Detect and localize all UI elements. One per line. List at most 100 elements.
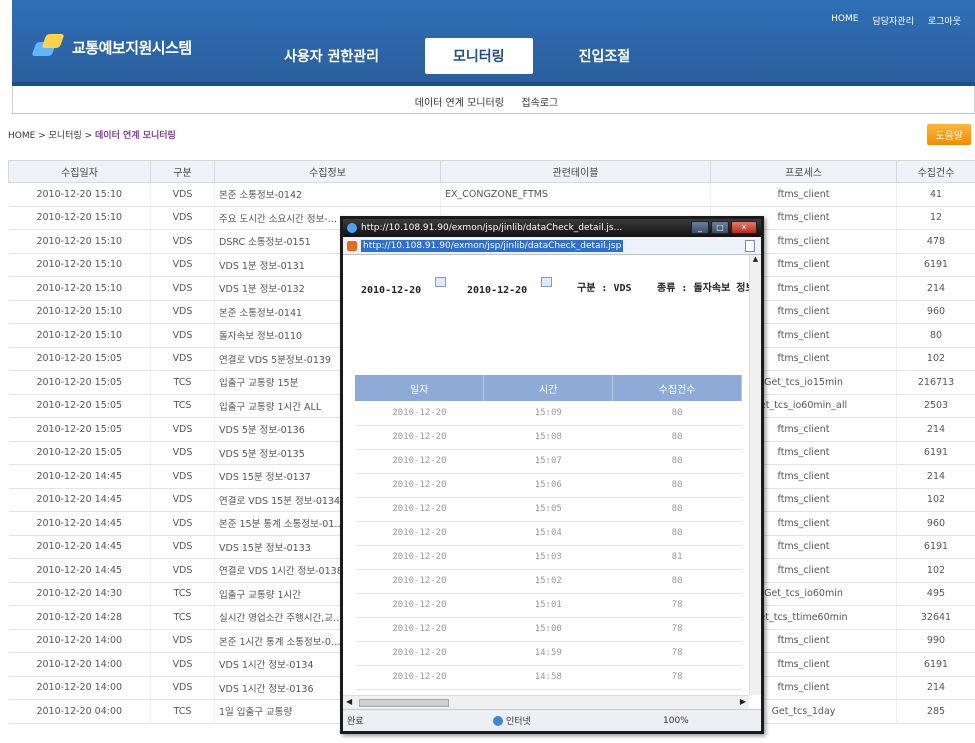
table-cell: 214 — [896, 276, 975, 301]
popup-table-cell: 2010-12-20 — [355, 449, 484, 474]
table-cell: VDS — [150, 206, 215, 230]
column-header[interactable]: 구분 — [150, 160, 215, 183]
popup-table-row: 2010-12-20 15:09 80 — [355, 401, 742, 426]
table-cell: 2010-12-20 15:10 — [8, 276, 151, 301]
popup-table-cell: 14:59 — [483, 641, 613, 666]
table-cell: 2010-12-20 04:00 — [8, 699, 151, 724]
app-header: 교통예보지원시스템 사용자 권한관리 모니터링 진입조절 HOME 담당자관리 … — [12, 0, 975, 86]
table-cell: VDS — [150, 676, 215, 700]
popup-table-cell: 15:01 — [483, 593, 613, 618]
table-cell: 2503 — [896, 394, 975, 418]
table-cell: 2010-12-20 15:05 — [8, 417, 151, 442]
popup-table-cell: 2010-12-20 — [355, 617, 484, 642]
logo-icon — [31, 34, 66, 60]
logout-link[interactable]: 로그아웃 — [928, 14, 961, 27]
popup-table-cell: 80 — [612, 569, 742, 594]
scroll-thumb[interactable] — [359, 699, 449, 707]
popup-table-cell: 78 — [612, 641, 742, 666]
subnav-data-link-monitoring[interactable]: 데이터 연계 모니터링 — [415, 94, 504, 109]
breadcrumb-home[interactable]: HOME — [8, 131, 35, 141]
nav-tab-user-auth[interactable]: 사용자 권한관리 — [262, 38, 401, 74]
help-button[interactable]: 도움말 — [927, 124, 971, 145]
close-button[interactable]: ✕ — [731, 221, 757, 234]
column-header[interactable]: 프로세스 — [710, 160, 897, 183]
table-cell: VDS — [150, 323, 215, 348]
popup-table-cell: 15:08 — [483, 425, 613, 450]
maximize-button[interactable]: □ — [711, 221, 729, 234]
table-cell: 214 — [896, 676, 975, 700]
popup-table-cell: 15:05 — [483, 497, 613, 522]
table-cell: 12 — [896, 206, 975, 230]
security-zone: 인터넷 — [493, 714, 603, 727]
nav-tab-monitoring[interactable]: 모니터링 — [425, 38, 533, 74]
app-logo[interactable]: 교통예보지원시스템 — [31, 34, 192, 60]
popup-table-row: 2010-12-20 15:04 80 — [355, 521, 742, 546]
status-done: 완료 — [347, 717, 364, 727]
table-cell: 2010-12-20 15:10 — [8, 323, 151, 348]
table-cell: 960 — [896, 300, 975, 324]
popup-table-cell: 15:00 — [483, 617, 613, 642]
popup-address-bar: http://10.108.91.90/exmon/jsp/jinlib/dat… — [343, 237, 761, 255]
popup-table-cell: 78 — [612, 617, 742, 642]
horizontal-scrollbar[interactable]: ◀ ▶ — [343, 695, 749, 709]
popup-title-bar[interactable]: http://10.108.91.90/exmon/jsp/jinlib/dat… — [343, 219, 761, 237]
popup-table-cell: 2010-12-20 — [355, 425, 484, 450]
table-cell: VDS — [150, 652, 215, 677]
home-link[interactable]: HOME — [831, 14, 858, 27]
date-to: 2010-12-20 — [467, 285, 528, 296]
table-cell: 2010-12-20 15:10 — [8, 253, 151, 277]
table-cell: 2010-12-20 15:05 — [8, 347, 151, 371]
table-cell: 2010-12-20 15:10 — [8, 206, 151, 230]
calendar-icon[interactable] — [435, 277, 446, 287]
column-header[interactable]: 수집정보 — [214, 160, 441, 183]
column-header[interactable]: 수집건수 — [896, 160, 975, 183]
calendar-icon[interactable] — [541, 277, 552, 287]
detail-popup-window[interactable]: http://10.108.91.90/exmon/jsp/jinlib/dat… — [340, 216, 764, 734]
type-label: 구분 : VDS — [577, 283, 632, 294]
breadcrumb-current: 데이터 연계 모니터링 — [95, 131, 176, 141]
popup-status-bar: 완료 인터넷 100% — [343, 709, 761, 731]
vertical-scrollbar[interactable]: ▲ — [749, 255, 761, 695]
popup-column-header: 일자 — [355, 375, 485, 401]
table-cell: 2010-12-20 15:05 — [8, 441, 151, 465]
popup-table-cell: 2010-12-20 — [355, 665, 484, 690]
breadcrumb: HOME > 모니터링 > 데이터 연계 모니터링 — [8, 128, 176, 141]
table-cell: 2010-12-20 14:28 — [8, 605, 151, 630]
date-from: 2010-12-20 — [361, 285, 422, 296]
table-cell: 960 — [896, 511, 975, 536]
popup-table-cell: 80 — [612, 497, 742, 522]
column-header[interactable]: 수집일자 — [8, 160, 151, 183]
top-navigation: 사용자 권한관리 모니터링 진입조절 — [262, 38, 652, 74]
table-cell: TCS — [150, 605, 215, 630]
table-cell: TCS — [150, 582, 215, 606]
popup-table-row: 2010-12-20 14:58 78 — [355, 665, 742, 690]
table-cell: 2010-12-20 15:10 — [8, 300, 151, 324]
nav-tab-access-control[interactable]: 진입조절 — [557, 38, 653, 74]
table-cell: 2010-12-20 15:05 — [8, 370, 151, 395]
minimize-button[interactable]: _ — [691, 221, 709, 234]
table-cell: TCS — [150, 394, 215, 418]
manager-link[interactable]: 담당자관리 — [872, 14, 913, 27]
popup-table-cell: 80 — [612, 521, 742, 546]
breadcrumb-separator: > — [84, 131, 93, 141]
table-cell: 478 — [896, 229, 975, 254]
address-icon — [347, 240, 357, 251]
table-cell: 214 — [896, 464, 975, 489]
column-header[interactable]: 관련테이블 — [440, 160, 711, 183]
popup-table-cell: 15:03 — [483, 545, 613, 570]
scroll-right-icon[interactable]: ▶ — [740, 697, 746, 706]
scroll-left-icon[interactable]: ◀ — [346, 697, 352, 706]
popup-table-row: 2010-12-20 15:02 80 — [355, 569, 742, 594]
table-cell: 41 — [896, 182, 975, 207]
table-cell: VDS — [150, 253, 215, 277]
popup-url[interactable]: http://10.108.91.90/exmon/jsp/jinlib/dat… — [361, 239, 624, 252]
table-row[interactable]: 2010-12-20 15:10 VDS 본준 소통정보-0142 EX_CONGZO… — [8, 182, 975, 207]
scroll-up-icon[interactable]: ▲ — [750, 255, 761, 263]
zoom-level[interactable]: 100% — [663, 716, 689, 726]
ie-icon — [347, 223, 357, 233]
popup-table-cell: 2010-12-20 — [355, 569, 484, 594]
table-cell: 216713 — [896, 370, 975, 395]
page-icon[interactable] — [745, 240, 755, 252]
breadcrumb-monitoring[interactable]: 모니터링 — [49, 131, 82, 141]
subnav-access-log[interactable]: 접속로그 — [521, 94, 558, 109]
